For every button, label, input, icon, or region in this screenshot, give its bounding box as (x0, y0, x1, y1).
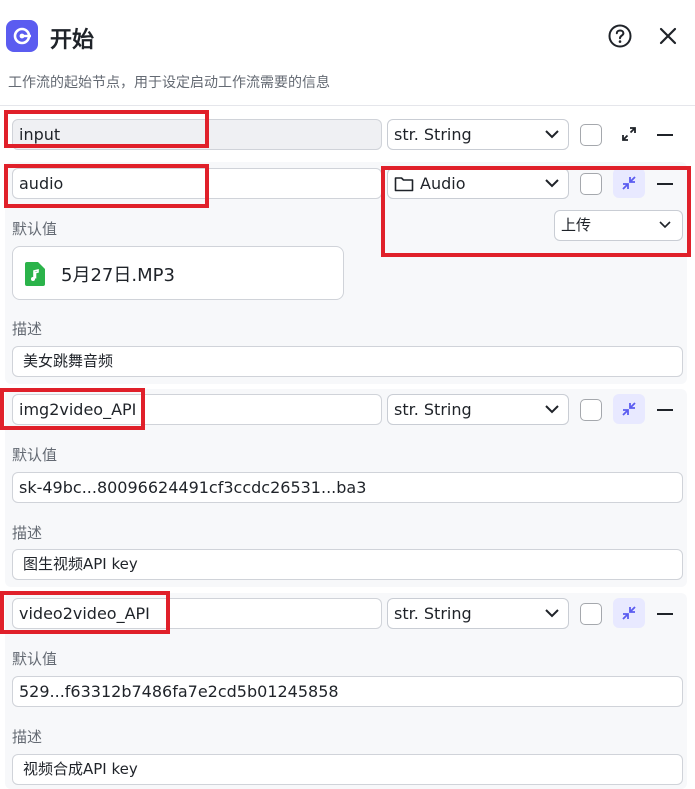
description-label: 描述 (12, 320, 43, 338)
remove-param-button[interactable] (657, 409, 673, 411)
highlight-box (0, 388, 145, 430)
highlight-box (4, 110, 209, 148)
node-description: 工作流的起始节点，用于设定启动工作流需要的信息 (8, 75, 330, 91)
highlight-box (4, 164, 209, 208)
collapse-icon[interactable] (613, 598, 645, 628)
highlight-box (0, 591, 170, 634)
remove-param-button[interactable] (657, 134, 673, 136)
chevron-down-icon (545, 405, 559, 414)
chevron-down-icon (545, 609, 559, 618)
description-input[interactable]: 视频合成API key (12, 754, 683, 785)
description-label: 描述 (12, 524, 43, 542)
param-type-select[interactable]: str. String (387, 394, 569, 425)
default-value-input[interactable]: sk-49bc...80096624491cf3ccdc26531...ba3 (12, 472, 683, 503)
header-divider (0, 105, 695, 106)
default-file-name: 5月27日.MP3 (61, 265, 175, 286)
node-title: 开始 (50, 28, 95, 53)
default-file-card[interactable]: 5月27日.MP3 (12, 246, 344, 300)
param-type-label: str. String (394, 604, 472, 623)
default-value-label: 默认值 (12, 446, 58, 464)
collapse-icon[interactable] (613, 394, 645, 424)
param-type-select[interactable]: str. String (387, 119, 569, 150)
chevron-down-icon (545, 130, 559, 139)
param-type-label: str. String (394, 125, 472, 144)
description-label: 描述 (12, 728, 43, 746)
start-node-icon (6, 20, 38, 52)
question-circle-icon[interactable] (606, 22, 634, 50)
required-checkbox[interactable] (580, 399, 602, 421)
highlight-box (381, 166, 691, 257)
param-type-label: str. String (394, 400, 472, 419)
default-value-input[interactable]: 529...f63312b7486fa7e2cd5b01245858 (12, 676, 683, 707)
param-type-select[interactable]: str. String (387, 598, 569, 629)
description-input[interactable]: 美女跳舞音频 (12, 346, 683, 377)
default-value-label: 默认值 (12, 220, 58, 238)
default-value-label: 默认值 (12, 650, 58, 668)
node-header: 开始 (0, 0, 695, 72)
description-input[interactable]: 图生视频API key (12, 549, 683, 580)
required-checkbox[interactable] (580, 124, 602, 146)
close-icon[interactable] (654, 22, 682, 50)
required-checkbox[interactable] (580, 603, 602, 625)
remove-param-button[interactable] (657, 613, 673, 615)
expand-icon[interactable] (613, 119, 645, 149)
music-file-icon (25, 262, 45, 286)
